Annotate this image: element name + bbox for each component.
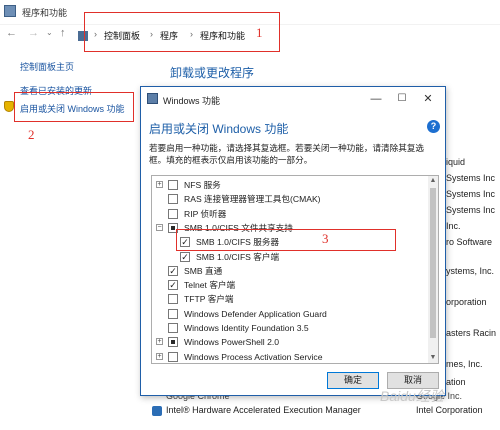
feature-row[interactable]: RIP 侦听器 [152,207,428,222]
feature-label: TFTP 客户端 [184,294,234,305]
feature-label: Windows PowerShell 2.0 [184,337,280,348]
expand-icon[interactable]: + [156,338,163,346]
feature-row[interactable]: ✓ SMB 直通 [152,264,428,279]
annotation-number-1: 1 [256,25,263,40]
sidebar-home-link[interactable]: 控制面板主页 [20,60,74,73]
scroll-down-icon[interactable]: ▼ [428,353,438,363]
feature-row[interactable]: + Windows PowerShell 2.0 [152,335,428,350]
list-item-publisher: Systems Inc [446,173,496,183]
list-item-publisher: ation [446,377,466,387]
ok-button[interactable]: 确定 [327,372,379,389]
feature-checkbox[interactable] [168,180,178,190]
scrollbar-thumb[interactable] [430,188,436,338]
scroll-up-icon[interactable]: ▲ [428,176,438,186]
list-item-publisher: mes, Inc. [446,359,483,369]
back-arrow-icon[interactable]: ← [6,27,17,39]
forward-arrow-icon[interactable]: → [28,27,39,39]
dialog-title: Windows 功能 [163,96,221,106]
page-heading: 卸载或更改程序 [170,66,255,80]
feature-checkbox[interactable]: ✓ [168,265,178,276]
minimize-icon[interactable]: — [365,90,387,108]
feature-label: Windows Process Activation Service [184,351,323,362]
program-name[interactable]: Intel® Hardware Accelerated Execution Ma… [166,405,361,415]
feature-checkbox[interactable] [168,208,178,219]
recent-dropdown-icon[interactable]: ⌄ [46,28,53,37]
annotation-box-2 [14,92,134,122]
feature-row[interactable]: RAS 连接管理器管理工具包(CMAK) [152,192,428,207]
list-item-publisher: Inc. [446,221,461,231]
expand-icon[interactable]: + [156,352,163,360]
feature-row[interactable]: ✓ SMB 1.0/CIFS 客户端 [152,250,428,265]
list-item-publisher: ro Software [446,237,493,247]
feature-row[interactable]: ✓ Telnet 客户端 [152,278,428,293]
feature-label: Windows Identity Foundation 3.5 [184,323,309,333]
feature-checkbox[interactable] [168,351,178,362]
feature-row[interactable]: TFTP 客户端 [152,292,428,307]
feature-row[interactable]: + NFS 服务 [152,178,428,193]
feature-label: Windows Defender Application Guard [184,308,327,319]
list-item-publisher: asters Racin [446,328,497,338]
list-item-publisher: iquid [446,157,466,167]
control-panel-icon [4,5,16,17]
feature-tree[interactable]: ▲ ▼ + NFS 服务 RAS 连接管理器管理工具包(CMAK) RIP 侦听器 − S… [151,175,439,364]
feature-label: SMB 1.0/CIFS 客户端 [196,251,280,262]
annotation-box-1 [84,12,280,52]
annotation-number-2: 2 [28,127,35,142]
feature-label: RAS 连接管理器管理工具包(CMAK) [184,194,321,205]
feature-label: RIP 侦听器 [184,208,227,219]
feature-label: SMB 直通 [184,265,223,276]
maximize-icon[interactable]: ☐ [391,90,413,108]
tree-scrollbar[interactable]: ▲ ▼ [428,176,438,363]
close-icon[interactable]: ✕ [417,90,439,108]
dialog-titlebar: Windows 功能 — ☐ ✕ [141,87,445,111]
feature-checkbox[interactable]: ✓ [168,280,178,291]
help-icon[interactable]: ? [427,120,440,133]
up-arrow-icon[interactable]: ↑ [60,27,66,39]
feature-checkbox[interactable]: ✓ [180,251,190,262]
intel-icon [152,406,162,416]
list-item-publisher: ystems, Inc. [446,266,495,276]
list-item-publisher: orporation [446,297,487,307]
shield-icon [4,101,14,112]
window-title: 程序和功能 [22,8,68,18]
feature-row[interactable]: + Windows Process Activation Service [152,350,428,363]
feature-label: NFS 服务 [184,180,221,190]
list-item-publisher: Systems Inc [446,205,496,215]
feature-checkbox[interactable] [168,337,178,348]
feature-checkbox[interactable] [168,308,178,319]
annotation-box-3 [176,229,396,251]
expand-icon[interactable]: + [156,181,163,188]
feature-checkbox[interactable] [168,194,178,205]
dialog-description: 若要启用一种功能，请选择其复选框。若要关闭一种功能，请清除其复选框。填充的框表示… [149,143,425,165]
feature-row[interactable]: Windows Identity Foundation 3.5 [152,321,428,336]
program-publisher: Intel Corporation [416,405,483,415]
dialog-heading: 启用或关闭 Windows 功能 [149,122,289,136]
annotation-number-3: 3 [322,231,329,246]
feature-checkbox[interactable] [168,294,178,305]
feature-label: Telnet 客户端 [184,280,236,291]
list-item-publisher: Systems Inc [446,189,496,199]
feature-row[interactable]: Windows Defender Application Guard [152,307,428,322]
collapse-icon[interactable]: − [156,223,163,231]
windows-features-icon [147,93,158,104]
watermark-text: Baidu经验 [380,388,444,404]
feature-checkbox[interactable] [168,323,178,333]
